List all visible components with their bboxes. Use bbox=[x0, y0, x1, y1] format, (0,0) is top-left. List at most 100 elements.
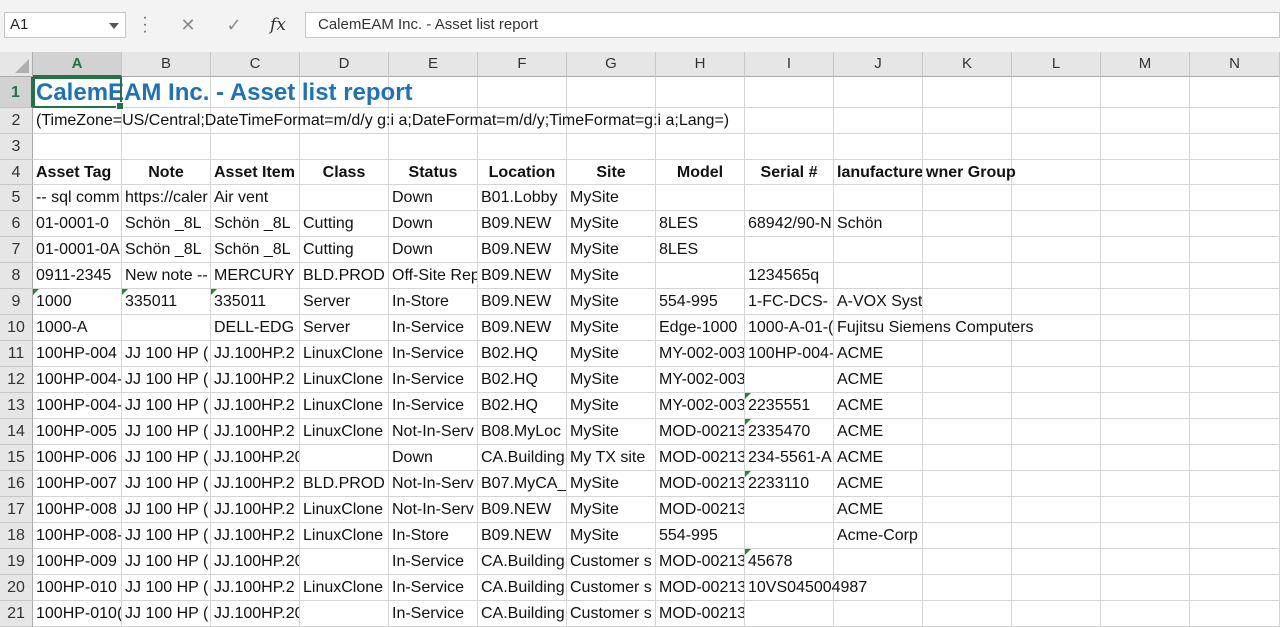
grid-cell[interactable] bbox=[745, 237, 834, 263]
grid-cell[interactable] bbox=[478, 134, 567, 160]
grid-cell[interactable] bbox=[745, 601, 834, 627]
column-label-7[interactable]: Site bbox=[567, 160, 656, 185]
data-cell[interactable]: ACME bbox=[834, 393, 923, 419]
row-header-18[interactable]: 18 bbox=[0, 523, 33, 549]
report-parameters[interactable]: (TimeZone=US/Central;DateTimeFormat=m/d/… bbox=[33, 108, 729, 134]
row-header-2[interactable]: 2 bbox=[0, 108, 33, 134]
data-cell[interactable]: 100HP-004- bbox=[33, 393, 122, 419]
data-cell[interactable]: 335011 bbox=[122, 289, 211, 315]
data-cell[interactable]: MySite bbox=[567, 497, 656, 523]
data-cell[interactable]: ACME bbox=[834, 445, 923, 471]
data-cell[interactable]: JJ.100HP.2 bbox=[211, 471, 300, 497]
grid-cell[interactable] bbox=[923, 185, 1012, 211]
data-cell[interactable]: JJ.100HP.2 bbox=[211, 419, 300, 445]
column-label-8[interactable]: Model bbox=[656, 160, 745, 185]
grid-cell[interactable] bbox=[567, 77, 656, 108]
data-cell[interactable]: MySite bbox=[567, 237, 656, 263]
grid-cell[interactable] bbox=[1012, 523, 1101, 549]
column-header-i[interactable]: I bbox=[745, 52, 834, 77]
grid-cell[interactable] bbox=[1190, 549, 1280, 575]
data-cell[interactable]: 100HP-008- bbox=[33, 523, 122, 549]
row-header-17[interactable]: 17 bbox=[0, 497, 33, 523]
grid-cell[interactable] bbox=[923, 471, 1012, 497]
grid-cell[interactable] bbox=[1012, 575, 1101, 601]
grid-cell[interactable] bbox=[745, 108, 834, 134]
data-cell[interactable]: Schön _8L bbox=[211, 211, 300, 237]
name-box[interactable]: A1 bbox=[4, 12, 126, 38]
grid-cell[interactable] bbox=[1101, 601, 1190, 627]
data-cell[interactable]: 234-5561-A bbox=[745, 445, 834, 471]
data-cell[interactable]: JJ 100 HP ( bbox=[122, 393, 211, 419]
data-cell[interactable]: Down bbox=[389, 211, 478, 237]
grid-cell[interactable] bbox=[1012, 497, 1101, 523]
row-header-15[interactable]: 15 bbox=[0, 445, 33, 471]
data-cell[interactable]: Not-In-Serv bbox=[389, 471, 478, 497]
grid-cell[interactable] bbox=[1101, 289, 1190, 315]
data-cell[interactable]: B08.MyLoc bbox=[478, 419, 567, 445]
data-cell[interactable]: ACME bbox=[834, 367, 923, 393]
grid-cell[interactable] bbox=[1190, 445, 1280, 471]
row-header-1[interactable]: 1 bbox=[0, 77, 33, 108]
row-header-14[interactable]: 14 bbox=[0, 419, 33, 445]
data-cell[interactable]: 01-0001-0A bbox=[33, 237, 122, 263]
row-header-16[interactable]: 16 bbox=[0, 471, 33, 497]
insert-function-fx-icon[interactable]: fx bbox=[258, 12, 298, 38]
grid-cell[interactable] bbox=[211, 134, 300, 160]
data-cell[interactable]: ACME bbox=[834, 497, 923, 523]
data-cell[interactable]: 01-0001-0 bbox=[33, 211, 122, 237]
data-cell[interactable]: Acme-Corp bbox=[834, 523, 923, 549]
column-header-f[interactable]: F bbox=[478, 52, 567, 77]
grid-cell[interactable] bbox=[1101, 497, 1190, 523]
data-cell[interactable]: MY-002-003 bbox=[656, 367, 745, 393]
data-cell[interactable]: MySite bbox=[567, 367, 656, 393]
data-cell[interactable]: Schön _8L bbox=[122, 211, 211, 237]
data-cell[interactable]: JJ.100HP.2 bbox=[211, 367, 300, 393]
data-cell[interactable]: Not-In-Serv bbox=[389, 497, 478, 523]
data-cell[interactable]: LinuxClone bbox=[300, 523, 389, 549]
data-cell[interactable]: -- sql comm bbox=[33, 185, 122, 211]
data-cell[interactable]: LinuxClone bbox=[300, 497, 389, 523]
grid-cell[interactable] bbox=[923, 575, 1012, 601]
data-cell[interactable]: MOD-00213 bbox=[656, 445, 745, 471]
data-cell[interactable]: 1-FC-DCS- bbox=[745, 289, 834, 315]
data-cell[interactable]: JJ 100 HP ( bbox=[122, 575, 211, 601]
data-cell[interactable]: BLD.PROD bbox=[300, 471, 389, 497]
column-label-6[interactable]: Location bbox=[478, 160, 567, 185]
grid-cell[interactable] bbox=[745, 367, 834, 393]
grid-cell[interactable] bbox=[33, 134, 122, 160]
grid-cell[interactable] bbox=[1012, 237, 1101, 263]
data-cell[interactable]: MY-002-003 bbox=[656, 393, 745, 419]
grid-cell[interactable] bbox=[1101, 549, 1190, 575]
grid-cell[interactable] bbox=[1190, 237, 1280, 263]
data-cell[interactable]: Cutting bbox=[300, 237, 389, 263]
data-cell[interactable]: ACME bbox=[834, 341, 923, 367]
grid-cell[interactable] bbox=[1012, 393, 1101, 419]
grid-cell[interactable] bbox=[1101, 341, 1190, 367]
row-header-19[interactable]: 19 bbox=[0, 549, 33, 575]
grid-cell[interactable] bbox=[389, 134, 478, 160]
column-header-l[interactable]: L bbox=[1012, 52, 1101, 77]
row-header-21[interactable]: 21 bbox=[0, 601, 33, 627]
grid-cell[interactable] bbox=[923, 289, 1012, 315]
grid-cell[interactable] bbox=[1012, 601, 1101, 627]
data-cell[interactable]: 0911-2345 bbox=[33, 263, 122, 289]
data-cell[interactable]: 100HP-009 bbox=[33, 549, 122, 575]
grid-cell[interactable] bbox=[923, 263, 1012, 289]
data-cell[interactable]: MySite bbox=[567, 393, 656, 419]
grid-cell[interactable] bbox=[923, 523, 1012, 549]
data-cell[interactable]: MOD-00213 bbox=[656, 497, 745, 523]
grid-cell[interactable] bbox=[656, 134, 745, 160]
data-cell[interactable]: In-Service bbox=[389, 549, 478, 575]
data-cell[interactable]: JJ 100 HP ( bbox=[122, 601, 211, 627]
data-cell[interactable]: MY-002-003 bbox=[656, 341, 745, 367]
data-cell[interactable]: JJ 100 HP ( bbox=[122, 367, 211, 393]
grid-cell[interactable] bbox=[1101, 471, 1190, 497]
grid-cell[interactable] bbox=[1012, 289, 1101, 315]
column-header-h[interactable]: H bbox=[656, 52, 745, 77]
column-header-e[interactable]: E bbox=[389, 52, 478, 77]
column-header-d[interactable]: D bbox=[300, 52, 389, 77]
data-cell[interactable]: 2233110 bbox=[745, 471, 834, 497]
grid-cell[interactable] bbox=[1012, 419, 1101, 445]
grid-cell[interactable] bbox=[300, 601, 389, 627]
grid-cell[interactable] bbox=[834, 601, 923, 627]
